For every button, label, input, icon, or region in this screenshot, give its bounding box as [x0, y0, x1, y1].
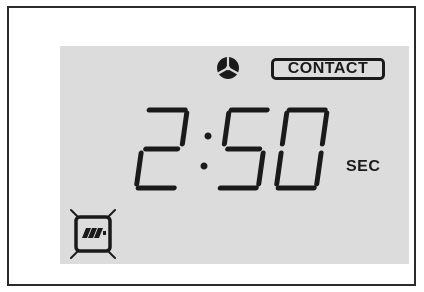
colon — [200, 132, 212, 170]
digit-5 — [217, 107, 270, 191]
contact-status-text: CONTACT — [287, 60, 369, 77]
time-unit-label: SEC — [346, 158, 381, 175]
device-frame: CONTACT SEC — [7, 6, 416, 286]
fan-icon — [217, 56, 239, 79]
time-readout — [134, 107, 330, 191]
time-value-text: 2:50 — [60, 46, 61, 47]
battery-low-icon — [70, 209, 116, 259]
lcd-screen: CONTACT SEC — [60, 46, 409, 264]
digit-2 — [134, 107, 190, 191]
digit-0 — [274, 107, 330, 191]
contact-status-badge: CONTACT — [271, 58, 385, 80]
